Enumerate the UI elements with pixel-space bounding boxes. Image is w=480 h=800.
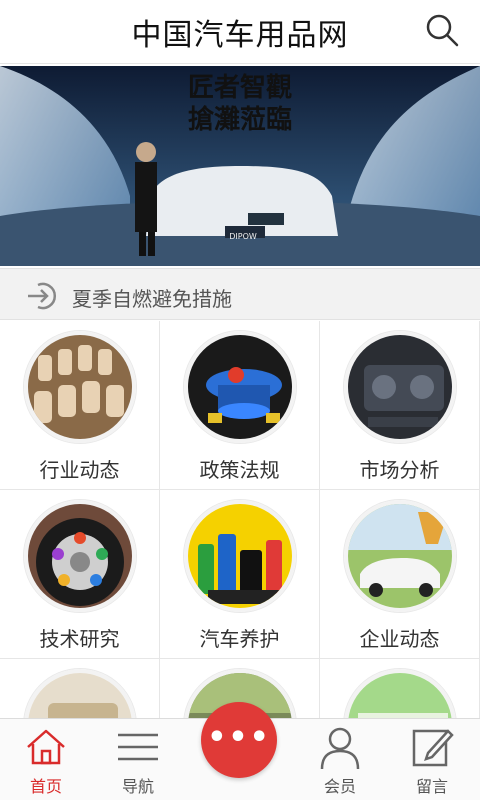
tab-home[interactable]: 首页 <box>6 719 86 800</box>
category-label: 市场分析 <box>359 458 440 482</box>
promo-banner[interactable]: 匠者智觀 搶灘蒞臨 DIPOW <box>0 66 480 266</box>
search-icon[interactable] <box>424 12 460 48</box>
blue-parts-image <box>184 331 296 443</box>
category-policy[interactable]: 政策法规 <box>160 321 320 490</box>
category-industry-news[interactable]: 行业动态 <box>0 321 160 490</box>
notice-bar[interactable]: 夏季自燃避免措施 <box>0 268 480 320</box>
tab-member-label: 会员 <box>323 777 356 796</box>
category-label: 政策法规 <box>199 458 280 482</box>
menu-icon <box>118 733 158 761</box>
car-park-image <box>344 500 456 612</box>
banner-line2: 搶灘蒞臨 <box>188 104 292 135</box>
more-dots-icon: ••• <box>207 720 271 755</box>
engine-image <box>344 331 456 443</box>
category-label: 技术研究 <box>39 627 120 651</box>
banner-image: 匠者智觀 搶灘蒞臨 DIPOW <box>0 66 480 266</box>
tab-navigation[interactable]: 导航 <box>98 719 178 800</box>
site-title: 中国汽车用品网 <box>131 18 349 53</box>
category-car-care[interactable]: 汽车养护 <box>160 490 320 659</box>
care-products-image <box>184 500 296 612</box>
more-button[interactable]: ••• <box>201 702 277 778</box>
wheel-image <box>24 500 136 612</box>
category-label: 汽车养护 <box>199 627 280 651</box>
car-seats-image <box>24 331 136 443</box>
edit-icon <box>412 729 454 767</box>
category-market[interactable]: 市场分析 <box>320 321 480 490</box>
tab-navigation-label: 导航 <box>121 777 154 796</box>
banner-line1: 匠者智觀 <box>188 73 292 103</box>
banner-plate: DIPOW <box>229 232 257 241</box>
category-tech[interactable]: 技术研究 <box>0 490 160 659</box>
home-icon <box>27 729 65 765</box>
arrow-enter-icon <box>28 282 56 310</box>
top-header: 中国汽车用品网 <box>0 0 480 64</box>
category-label: 企业动态 <box>359 627 440 651</box>
tab-member[interactable]: 会员 <box>300 719 380 800</box>
notice-text: 夏季自燃避免措施 <box>72 287 232 311</box>
category-enterprise[interactable]: 企业动态 <box>320 490 480 659</box>
tab-home-label: 首页 <box>29 777 62 796</box>
tab-message-label: 留言 <box>415 777 448 796</box>
tab-message[interactable]: 留言 <box>392 719 472 800</box>
user-icon <box>320 727 360 769</box>
category-label: 行业动态 <box>39 458 120 482</box>
